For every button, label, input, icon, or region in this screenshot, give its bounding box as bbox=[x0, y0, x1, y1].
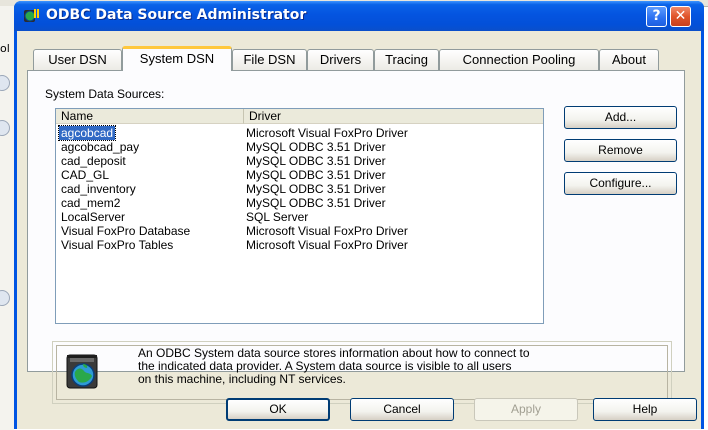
tab-drivers[interactable]: Drivers bbox=[307, 49, 374, 70]
dialog-body: User DSN System DSN File DSN Drivers Tra… bbox=[17, 31, 701, 429]
list-item[interactable]: cad_deposit MySQL ODBC 3.51 Driver bbox=[56, 154, 543, 168]
odbc-globe-icon bbox=[24, 9, 39, 22]
dsn-name: agcobcad bbox=[57, 125, 117, 141]
system-data-sources-label: System Data Sources: bbox=[45, 87, 165, 101]
info-text: An ODBC System data source stores inform… bbox=[138, 347, 658, 386]
tab-connection-pooling[interactable]: Connection Pooling bbox=[439, 49, 599, 70]
dsn-driver: Microsoft Visual FoxPro Driver bbox=[246, 126, 408, 140]
tab-tracing[interactable]: Tracing bbox=[374, 49, 439, 70]
list-item[interactable]: CAD_GL MySQL ODBC 3.51 Driver bbox=[56, 168, 543, 182]
list-item[interactable]: Visual FoxPro Database Microsoft Visual … bbox=[56, 224, 543, 238]
dsn-name: CAD_GL bbox=[61, 168, 110, 182]
window-title: ODBC Data Source Administrator bbox=[46, 7, 307, 23]
help-title-button[interactable]: ? bbox=[646, 6, 667, 27]
cancel-button[interactable]: Cancel bbox=[350, 398, 454, 421]
add-button[interactable]: Add... bbox=[564, 106, 677, 129]
list-item[interactable]: agcobcad_pay MySQL ODBC 3.51 Driver bbox=[56, 140, 543, 154]
dsn-name: agcobcad_pay bbox=[61, 140, 140, 154]
dsn-driver: Microsoft Visual FoxPro Driver bbox=[246, 238, 408, 252]
list-item[interactable]: Visual FoxPro Tables Microsoft Visual Fo… bbox=[56, 238, 543, 252]
dsn-driver: SQL Server bbox=[246, 210, 309, 224]
system-data-sources-list[interactable]: Name Driver agcobcad Microsoft Visual Fo… bbox=[55, 108, 544, 324]
background-text-fragment: ol bbox=[0, 42, 10, 55]
title-bar[interactable]: ODBC Data Source Administrator ? ✕ bbox=[14, 1, 704, 31]
dsn-driver: MySQL ODBC 3.51 Driver bbox=[246, 196, 386, 210]
dsn-driver: MySQL ODBC 3.51 Driver bbox=[246, 182, 386, 196]
list-item[interactable]: LocalServer SQL Server bbox=[56, 210, 543, 224]
close-button[interactable]: ✕ bbox=[670, 6, 691, 27]
ok-button[interactable]: OK bbox=[226, 398, 330, 421]
dsn-name: LocalServer bbox=[61, 210, 126, 224]
column-header-name[interactable]: Name bbox=[56, 109, 244, 124]
list-item[interactable]: agcobcad Microsoft Visual FoxPro Driver bbox=[56, 125, 543, 141]
dsn-driver: Microsoft Visual FoxPro Driver bbox=[246, 224, 408, 238]
tab-system-dsn[interactable]: System DSN bbox=[122, 46, 232, 71]
configure-button[interactable]: Configure... bbox=[564, 172, 677, 195]
dsn-name: cad_deposit bbox=[61, 154, 126, 168]
list-item[interactable]: cad_mem2 MySQL ODBC 3.51 Driver bbox=[56, 196, 543, 210]
column-header-driver[interactable]: Driver bbox=[244, 109, 543, 124]
dsn-name: cad_inventory bbox=[61, 182, 136, 196]
background-sidebar bbox=[0, 6, 14, 430]
dsn-driver: MySQL ODBC 3.51 Driver bbox=[246, 168, 386, 182]
dsn-name: Visual FoxPro Tables bbox=[61, 238, 174, 252]
dsn-driver: MySQL ODBC 3.51 Driver bbox=[246, 154, 386, 168]
info-box: An ODBC System data source stores inform… bbox=[52, 341, 672, 404]
remove-button[interactable]: Remove bbox=[564, 139, 677, 162]
list-item[interactable]: cad_inventory MySQL ODBC 3.51 Driver bbox=[56, 182, 543, 196]
dsn-name: Visual FoxPro Database bbox=[61, 224, 191, 238]
help-button[interactable]: Help bbox=[593, 398, 697, 421]
tab-file-dsn[interactable]: File DSN bbox=[232, 49, 307, 70]
database-globe-icon bbox=[66, 354, 98, 389]
dsn-name: cad_mem2 bbox=[61, 196, 121, 210]
info-line: on this machine, including NT services. bbox=[138, 372, 346, 386]
dsn-driver: MySQL ODBC 3.51 Driver bbox=[246, 140, 386, 154]
odbc-dialog-window: ODBC Data Source Administrator ? ✕ User … bbox=[14, 1, 704, 429]
tab-about[interactable]: About bbox=[599, 49, 659, 70]
tab-user-dsn[interactable]: User DSN bbox=[33, 49, 122, 70]
apply-button[interactable]: Apply bbox=[474, 398, 578, 421]
